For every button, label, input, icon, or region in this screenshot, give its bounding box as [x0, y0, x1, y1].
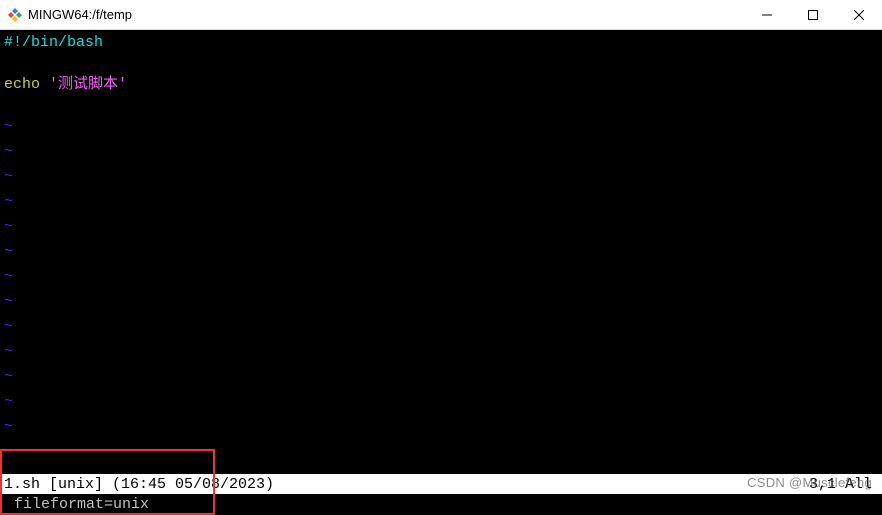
tilde-marker: ~: [4, 116, 13, 141]
tilde-marker: ~: [4, 266, 13, 291]
tilde-marker: ~: [4, 216, 13, 241]
tilde-marker: ~: [4, 141, 13, 166]
command-text: fileformat=unix: [14, 494, 149, 515]
tilde-marker: ~: [4, 241, 13, 266]
code-line-empty: [4, 53, 878, 74]
code-line-shebang: #!/bin/bash: [4, 32, 878, 53]
tilde-marker: ~: [4, 341, 13, 366]
code-line-echo: echo '测试脚本': [4, 74, 878, 95]
tilde-marker: ~: [4, 416, 13, 441]
window-controls: [744, 0, 882, 29]
window-title: MINGW64:/f/temp: [28, 7, 744, 22]
tilde-marker: ~: [4, 166, 13, 191]
close-button[interactable]: [836, 0, 882, 30]
command-line[interactable]: fileformat=unix: [0, 494, 882, 515]
tilde-marker: ~: [4, 391, 13, 416]
tilde-marker: ~: [4, 291, 13, 316]
string-literal: '测试脚本': [40, 76, 127, 93]
minimize-button[interactable]: [744, 0, 790, 30]
maximize-button[interactable]: [790, 0, 836, 30]
window-titlebar: MINGW64:/f/temp: [0, 0, 882, 30]
status-file-info: 1.sh [unix] (16:45 05/08/2023): [4, 474, 809, 495]
tilde-column: ~ ~ ~ ~ ~ ~ ~ ~ ~ ~ ~ ~ ~ ~: [4, 116, 13, 466]
terminal-editor[interactable]: #!/bin/bash echo '测试脚本' ~ ~ ~ ~ ~ ~ ~ ~ …: [0, 30, 882, 515]
watermark-text: CSDN @Musclefeng: [747, 472, 872, 493]
tilde-marker: ~: [4, 441, 13, 466]
app-icon: [8, 8, 22, 22]
tilde-marker: ~: [4, 366, 13, 391]
keyword-echo: echo: [4, 76, 40, 93]
tilde-marker: ~: [4, 316, 13, 341]
tilde-marker: ~: [4, 191, 13, 216]
